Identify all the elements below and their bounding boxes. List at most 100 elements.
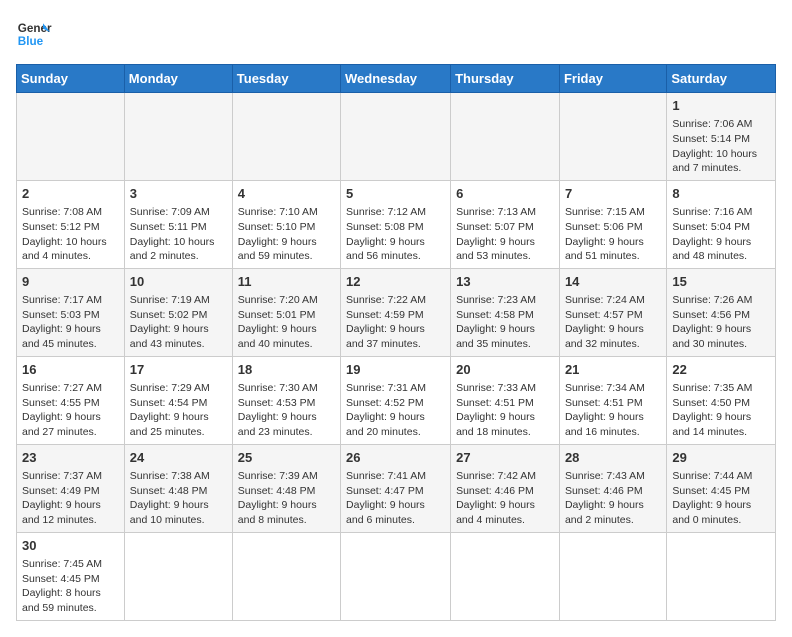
calendar-cell bbox=[124, 93, 232, 181]
day-info: Sunrise: 7:29 AM Sunset: 4:54 PM Dayligh… bbox=[130, 381, 227, 440]
day-number: 10 bbox=[130, 273, 227, 291]
day-number: 11 bbox=[238, 273, 335, 291]
calendar-cell bbox=[17, 93, 125, 181]
day-number: 20 bbox=[456, 361, 554, 379]
day-info: Sunrise: 7:19 AM Sunset: 5:02 PM Dayligh… bbox=[130, 293, 227, 352]
logo: General Blue bbox=[16, 16, 52, 52]
day-number: 6 bbox=[456, 185, 554, 203]
weekday-header-tuesday: Tuesday bbox=[232, 65, 340, 93]
weekday-header-sunday: Sunday bbox=[17, 65, 125, 93]
logo-icon: General Blue bbox=[16, 16, 52, 52]
day-info: Sunrise: 7:06 AM Sunset: 5:14 PM Dayligh… bbox=[672, 117, 770, 176]
day-number: 28 bbox=[565, 449, 661, 467]
day-info: Sunrise: 7:16 AM Sunset: 5:04 PM Dayligh… bbox=[672, 205, 770, 264]
day-info: Sunrise: 7:44 AM Sunset: 4:45 PM Dayligh… bbox=[672, 469, 770, 528]
day-number: 2 bbox=[22, 185, 119, 203]
day-info: Sunrise: 7:42 AM Sunset: 4:46 PM Dayligh… bbox=[456, 469, 554, 528]
day-info: Sunrise: 7:37 AM Sunset: 4:49 PM Dayligh… bbox=[22, 469, 119, 528]
day-number: 27 bbox=[456, 449, 554, 467]
day-number: 21 bbox=[565, 361, 661, 379]
svg-text:Blue: Blue bbox=[18, 35, 44, 48]
calendar-cell: 17 Sunrise: 7:29 AM Sunset: 4:54 PM Dayli… bbox=[124, 356, 232, 444]
day-info: Sunrise: 7:35 AM Sunset: 4:50 PM Dayligh… bbox=[672, 381, 770, 440]
calendar-table: SundayMondayTuesdayWednesdayThursdayFrid… bbox=[16, 64, 776, 621]
day-number: 26 bbox=[346, 449, 445, 467]
day-number: 19 bbox=[346, 361, 445, 379]
calendar-cell: 10 Sunrise: 7:19 AM Sunset: 5:02 PM Dayli… bbox=[124, 268, 232, 356]
calendar-cell: 3 Sunrise: 7:09 AM Sunset: 5:11 PM Daylig… bbox=[124, 180, 232, 268]
calendar-cell: 12 Sunrise: 7:22 AM Sunset: 4:59 PM Dayli… bbox=[341, 268, 451, 356]
day-info: Sunrise: 7:09 AM Sunset: 5:11 PM Dayligh… bbox=[130, 205, 227, 264]
calendar-cell: 24 Sunrise: 7:38 AM Sunset: 4:48 PM Dayli… bbox=[124, 444, 232, 532]
calendar-cell: 2 Sunrise: 7:08 AM Sunset: 5:12 PM Daylig… bbox=[17, 180, 125, 268]
day-number: 5 bbox=[346, 185, 445, 203]
calendar-cell bbox=[341, 93, 451, 181]
calendar-cell bbox=[667, 532, 776, 620]
calendar-cell bbox=[232, 93, 340, 181]
day-number: 3 bbox=[130, 185, 227, 203]
calendar-cell bbox=[341, 532, 451, 620]
calendar-cell: 6 Sunrise: 7:13 AM Sunset: 5:07 PM Daylig… bbox=[451, 180, 560, 268]
calendar-cell: 16Sunrise: 7:27 AM Sunset: 4:55 PM Dayli… bbox=[17, 356, 125, 444]
day-info: Sunrise: 7:45 AM Sunset: 4:45 PM Dayligh… bbox=[22, 557, 119, 616]
day-number: 18 bbox=[238, 361, 335, 379]
calendar-cell: 18 Sunrise: 7:30 AM Sunset: 4:53 PM Dayli… bbox=[232, 356, 340, 444]
calendar-cell: 8Sunrise: 7:16 AM Sunset: 5:04 PM Daylig… bbox=[667, 180, 776, 268]
calendar-cell: 23Sunrise: 7:37 AM Sunset: 4:49 PM Dayli… bbox=[17, 444, 125, 532]
day-info: Sunrise: 7:38 AM Sunset: 4:48 PM Dayligh… bbox=[130, 469, 227, 528]
day-info: Sunrise: 7:26 AM Sunset: 4:56 PM Dayligh… bbox=[672, 293, 770, 352]
calendar-cell: 15 Sunrise: 7:26 AM Sunset: 4:56 PM Dayli… bbox=[667, 268, 776, 356]
day-number: 12 bbox=[346, 273, 445, 291]
day-info: Sunrise: 7:08 AM Sunset: 5:12 PM Dayligh… bbox=[22, 205, 119, 264]
calendar-cell: 11Sunrise: 7:20 AM Sunset: 5:01 PM Dayli… bbox=[232, 268, 340, 356]
calendar-cell: 28 Sunrise: 7:43 AM Sunset: 4:46 PM Dayli… bbox=[559, 444, 666, 532]
day-info: Sunrise: 7:27 AM Sunset: 4:55 PM Dayligh… bbox=[22, 381, 119, 440]
calendar-cell bbox=[451, 532, 560, 620]
calendar-cell bbox=[451, 93, 560, 181]
weekday-header-saturday: Saturday bbox=[667, 65, 776, 93]
calendar-cell bbox=[232, 532, 340, 620]
day-info: Sunrise: 7:15 AM Sunset: 5:06 PM Dayligh… bbox=[565, 205, 661, 264]
day-number: 17 bbox=[130, 361, 227, 379]
calendar-cell: 5 Sunrise: 7:12 AM Sunset: 5:08 PM Daylig… bbox=[341, 180, 451, 268]
calendar-cell: 22 Sunrise: 7:35 AM Sunset: 4:50 PM Dayli… bbox=[667, 356, 776, 444]
day-number: 22 bbox=[672, 361, 770, 379]
day-info: Sunrise: 7:30 AM Sunset: 4:53 PM Dayligh… bbox=[238, 381, 335, 440]
calendar-cell bbox=[124, 532, 232, 620]
day-number: 24 bbox=[130, 449, 227, 467]
calendar-cell: 19 Sunrise: 7:31 AM Sunset: 4:52 PM Dayli… bbox=[341, 356, 451, 444]
day-number: 29 bbox=[672, 449, 770, 467]
day-info: Sunrise: 7:43 AM Sunset: 4:46 PM Dayligh… bbox=[565, 469, 661, 528]
calendar-cell: 9Sunrise: 7:17 AM Sunset: 5:03 PM Daylig… bbox=[17, 268, 125, 356]
day-info: Sunrise: 7:17 AM Sunset: 5:03 PM Dayligh… bbox=[22, 293, 119, 352]
day-info: Sunrise: 7:12 AM Sunset: 5:08 PM Dayligh… bbox=[346, 205, 445, 264]
calendar-cell: 1 Sunrise: 7:06 AM Sunset: 5:14 PM Daylig… bbox=[667, 93, 776, 181]
calendar-cell: 25Sunrise: 7:39 AM Sunset: 4:48 PM Dayli… bbox=[232, 444, 340, 532]
calendar-cell: 20 Sunrise: 7:33 AM Sunset: 4:51 PM Dayli… bbox=[451, 356, 560, 444]
calendar-cell bbox=[559, 532, 666, 620]
calendar-cell bbox=[559, 93, 666, 181]
day-info: Sunrise: 7:22 AM Sunset: 4:59 PM Dayligh… bbox=[346, 293, 445, 352]
day-info: Sunrise: 7:31 AM Sunset: 4:52 PM Dayligh… bbox=[346, 381, 445, 440]
day-number: 4 bbox=[238, 185, 335, 203]
calendar-cell: 26Sunrise: 7:41 AM Sunset: 4:47 PM Dayli… bbox=[341, 444, 451, 532]
day-info: Sunrise: 7:13 AM Sunset: 5:07 PM Dayligh… bbox=[456, 205, 554, 264]
day-info: Sunrise: 7:23 AM Sunset: 4:58 PM Dayligh… bbox=[456, 293, 554, 352]
weekday-header-monday: Monday bbox=[124, 65, 232, 93]
calendar-cell: 29 Sunrise: 7:44 AM Sunset: 4:45 PM Dayli… bbox=[667, 444, 776, 532]
day-number: 1 bbox=[672, 97, 770, 115]
calendar-cell: 27 Sunrise: 7:42 AM Sunset: 4:46 PM Dayli… bbox=[451, 444, 560, 532]
day-number: 7 bbox=[565, 185, 661, 203]
day-info: Sunrise: 7:33 AM Sunset: 4:51 PM Dayligh… bbox=[456, 381, 554, 440]
calendar-cell: 7 Sunrise: 7:15 AM Sunset: 5:06 PM Daylig… bbox=[559, 180, 666, 268]
day-info: Sunrise: 7:24 AM Sunset: 4:57 PM Dayligh… bbox=[565, 293, 661, 352]
page-header: General Blue bbox=[16, 16, 776, 52]
calendar-cell: 14Sunrise: 7:24 AM Sunset: 4:57 PM Dayli… bbox=[559, 268, 666, 356]
day-number: 30 bbox=[22, 537, 119, 555]
day-number: 15 bbox=[672, 273, 770, 291]
day-info: Sunrise: 7:39 AM Sunset: 4:48 PM Dayligh… bbox=[238, 469, 335, 528]
weekday-header-friday: Friday bbox=[559, 65, 666, 93]
calendar-cell: 4Sunrise: 7:10 AM Sunset: 5:10 PM Daylig… bbox=[232, 180, 340, 268]
day-number: 13 bbox=[456, 273, 554, 291]
calendar-cell: 13 Sunrise: 7:23 AM Sunset: 4:58 PM Dayli… bbox=[451, 268, 560, 356]
